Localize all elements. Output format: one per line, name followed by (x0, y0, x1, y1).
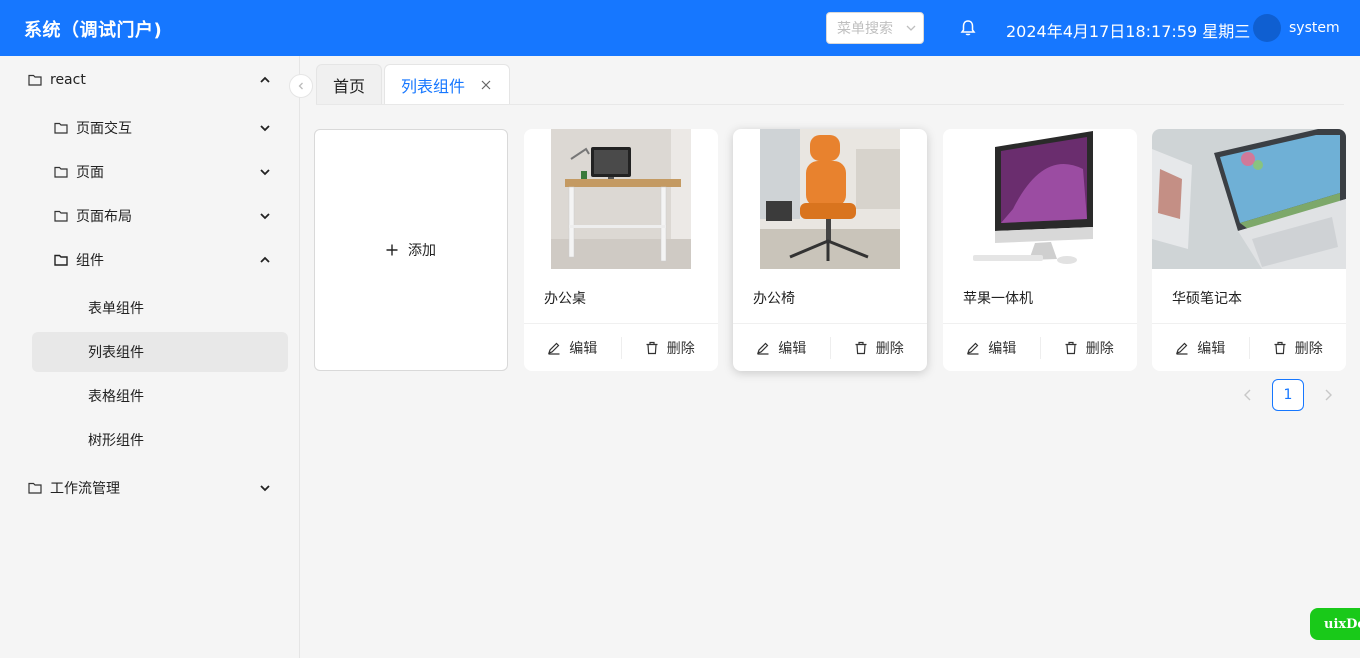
plus-icon (386, 244, 398, 256)
sidebar-item-label: 表单组件 (88, 301, 144, 317)
folder-icon (28, 482, 42, 494)
sidebar-item-list-component[interactable]: 列表组件 (32, 332, 288, 372)
edit-button[interactable]: 编辑 (1152, 338, 1249, 358)
edit-button[interactable]: 编辑 (524, 338, 621, 358)
laptop-image (1152, 129, 1346, 269)
edit-label: 编辑 (569, 340, 598, 357)
sidebar-item-label: 页面交互 (76, 121, 132, 137)
office-desk-image (524, 129, 718, 269)
sidebar-item-form-component[interactable]: 表单组件 (32, 288, 288, 328)
card-title: 办公椅 (753, 291, 795, 307)
sidebar-item-page[interactable]: 页面 (54, 152, 284, 192)
delete-label: 删除 (1085, 340, 1114, 357)
sidebar-item-page-interaction[interactable]: 页面交互 (54, 108, 284, 148)
sidebar-item-label: 工作流管理 (50, 481, 120, 497)
menu-search-placeholder: 菜单搜索 (837, 21, 893, 37)
product-card: 苹果一体机 编辑 删除 (943, 129, 1137, 371)
product-card: 华硕笔记本 编辑 删除 (1152, 129, 1346, 371)
chevron-down-icon (260, 169, 270, 176)
pagination-next-icon[interactable] (1322, 388, 1334, 402)
imac-image (943, 129, 1137, 269)
edit-icon (967, 342, 979, 355)
delete-label: 删除 (666, 340, 695, 357)
dev-tools-badge[interactable]: uixDev (1310, 608, 1360, 640)
card-title: 办公桌 (544, 291, 586, 307)
app-title: 系统（调试门户) (24, 20, 163, 41)
sidebar-item-page-layout[interactable]: 页面布局 (54, 196, 284, 236)
sidebar-item-label: 页面布局 (76, 209, 132, 225)
card-actions: 编辑 删除 (943, 323, 1137, 371)
folder-icon (54, 122, 68, 134)
edit-button[interactable]: 编辑 (733, 338, 830, 358)
pagination-prev-icon[interactable] (1242, 388, 1254, 402)
chevron-down-icon (260, 485, 270, 492)
edit-label: 编辑 (1197, 340, 1226, 357)
sidebar-item-tree-component[interactable]: 树形组件 (32, 420, 288, 460)
pagination-page-1[interactable]: 1 (1272, 379, 1304, 411)
folder-icon (54, 210, 68, 222)
folder-icon (28, 74, 42, 86)
card-actions: 编辑 删除 (1152, 323, 1346, 371)
chevron-down-icon (260, 125, 270, 132)
card-actions: 编辑 删除 (524, 323, 718, 371)
chevron-down-icon (260, 213, 270, 220)
edit-label: 编辑 (778, 340, 807, 357)
trash-icon (1274, 341, 1286, 354)
tab-divider (316, 104, 1344, 105)
edit-icon (757, 342, 769, 355)
chevron-up-icon (260, 256, 270, 263)
sidebar-item-label: 页面 (76, 165, 104, 181)
product-card: 办公桌 编辑 删除 (524, 129, 718, 371)
sidebar-item-react[interactable]: react (28, 60, 284, 100)
office-chair-image (733, 129, 927, 269)
delete-button[interactable]: 删除 (1041, 338, 1138, 358)
edit-icon (548, 342, 560, 355)
sidebar-item-label: 表格组件 (88, 389, 144, 405)
chevron-left-icon (298, 82, 303, 90)
menu-search-select[interactable]: 菜单搜索 (826, 12, 924, 44)
card-actions: 编辑 删除 (733, 323, 927, 371)
add-label: 添加 (408, 243, 436, 259)
datetime-display: 2024年4月17日18:17:59 星期三 (1006, 22, 1251, 41)
delete-button[interactable]: 删除 (622, 338, 719, 358)
trash-icon (1065, 341, 1077, 354)
card-title: 苹果一体机 (963, 291, 1033, 307)
add-card-button[interactable]: 添加 (314, 129, 508, 371)
sidebar-item-label: 组件 (76, 253, 104, 269)
username[interactable]: system (1289, 20, 1340, 36)
tab-label: 列表组件 (401, 76, 466, 96)
delete-button[interactable]: 删除 (1250, 338, 1347, 358)
delete-label: 删除 (875, 340, 904, 357)
edit-label: 编辑 (988, 340, 1017, 357)
trash-icon (855, 341, 867, 354)
folder-icon (54, 166, 68, 178)
sidebar-item-label: 树形组件 (88, 433, 144, 449)
edit-button[interactable]: 编辑 (943, 338, 1040, 358)
sidebar-item-table-component[interactable]: 表格组件 (32, 376, 288, 416)
chevron-up-icon (260, 76, 270, 83)
edit-icon (1176, 342, 1188, 355)
delete-button[interactable]: 删除 (831, 338, 928, 358)
avatar[interactable] (1253, 14, 1281, 42)
sidebar-collapse-button[interactable] (289, 74, 313, 98)
close-icon[interactable] (481, 80, 491, 90)
sidebar-item-label: 列表组件 (88, 345, 144, 361)
chevron-down-icon (906, 25, 916, 31)
delete-label: 删除 (1294, 340, 1323, 357)
folder-icon (54, 254, 68, 266)
product-card: 办公椅 编辑 删除 (733, 129, 927, 371)
trash-icon (646, 341, 658, 354)
card-title: 华硕笔记本 (1172, 291, 1242, 307)
tab-home[interactable]: 首页 (316, 64, 382, 104)
tab-list-component[interactable]: 列表组件 (384, 64, 510, 104)
sidebar-item-components[interactable]: 组件 (54, 240, 284, 280)
top-header: 系统（调试门户) 菜单搜索 2024年4月17日18:17:59 星期三 sys… (0, 0, 1360, 56)
sidebar-item-workflow[interactable]: 工作流管理 (28, 468, 284, 508)
tab-label: 首页 (332, 76, 365, 96)
bell-icon[interactable] (959, 19, 977, 37)
sidebar-item-label: react (50, 72, 86, 88)
